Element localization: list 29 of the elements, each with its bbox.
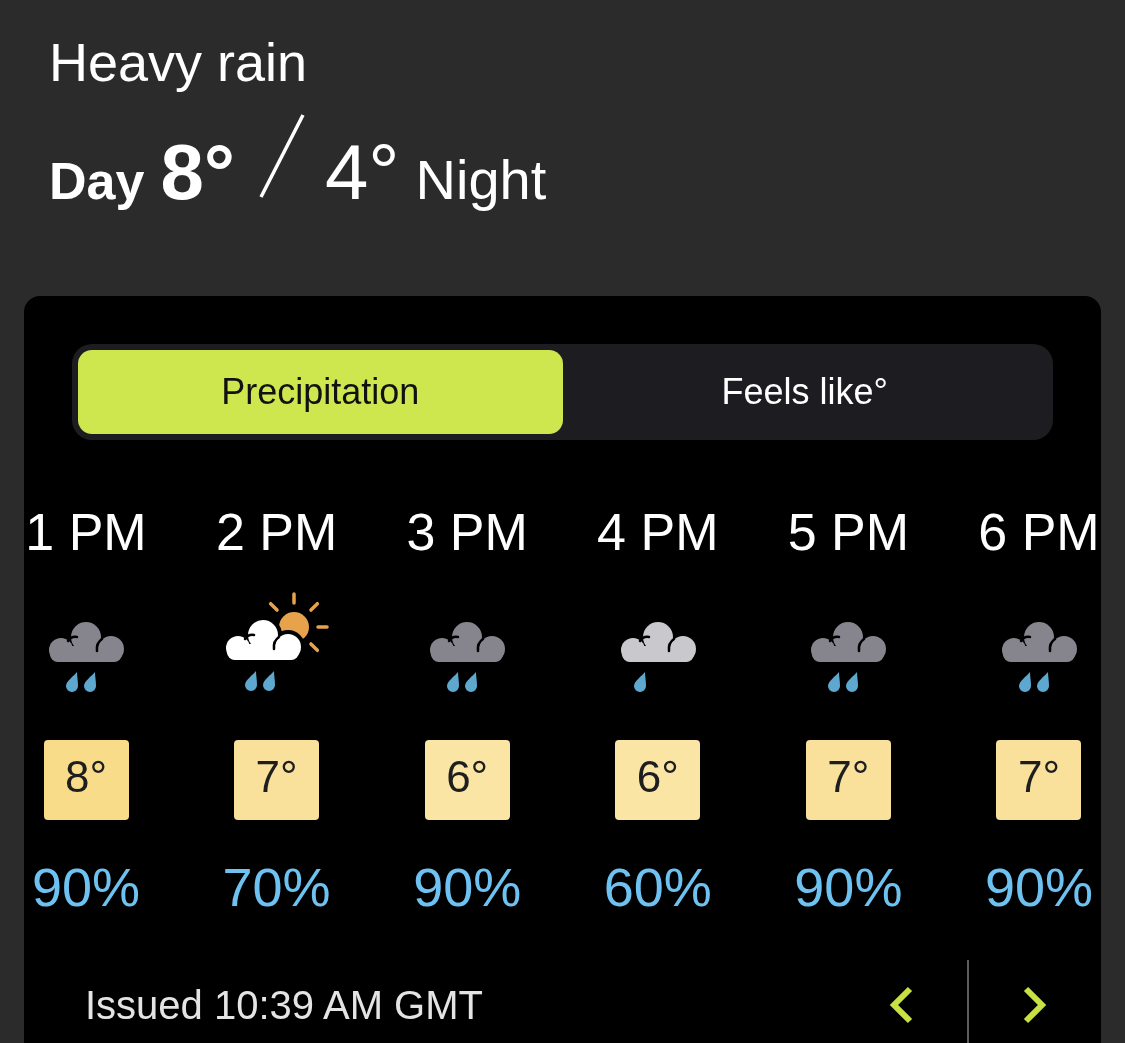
tab[interactable]: Precipitation (78, 350, 563, 434)
precipitation-chance: 90% (413, 857, 522, 917)
cloud-rain-icon (46, 622, 126, 692)
temperature-badge: 6° (615, 740, 701, 820)
temperature-badge: 7° (805, 740, 891, 820)
day-temperature: 8° (160, 133, 235, 211)
precipitation-chance: 90% (984, 857, 1093, 917)
precipitation-chance: 70% (222, 857, 331, 917)
precipitation-chance: 90% (794, 857, 903, 917)
chevron-left-icon (888, 985, 914, 1025)
temperature-badge: 7° (234, 740, 320, 820)
hour-label: 1 PM (25, 502, 147, 562)
cloud-rain-icon (808, 622, 889, 692)
temperature-badge: 6° (424, 740, 510, 820)
night-temperature: 4° (325, 133, 400, 211)
tab[interactable]: Feels like° (562, 350, 1047, 434)
precipitation-chance: 90% (31, 857, 141, 917)
hour-label: 3 PM (406, 502, 528, 562)
slash-icon (259, 113, 305, 199)
hour-label: 2 PM (215, 502, 338, 562)
hour-label: 4 PM (597, 502, 719, 562)
cloud-rain-icon (427, 622, 508, 692)
temperature-badge: 8° (43, 740, 129, 820)
precipitation-chance: 60% (603, 857, 712, 917)
chevron-right-icon (1022, 985, 1048, 1025)
hour-label: 6 PM (978, 502, 1100, 562)
hour-label: 5 PM (787, 502, 910, 562)
temperature-badge: 7° (996, 740, 1082, 820)
issued-time: Issued 10:39 AM GMT (85, 982, 483, 1029)
